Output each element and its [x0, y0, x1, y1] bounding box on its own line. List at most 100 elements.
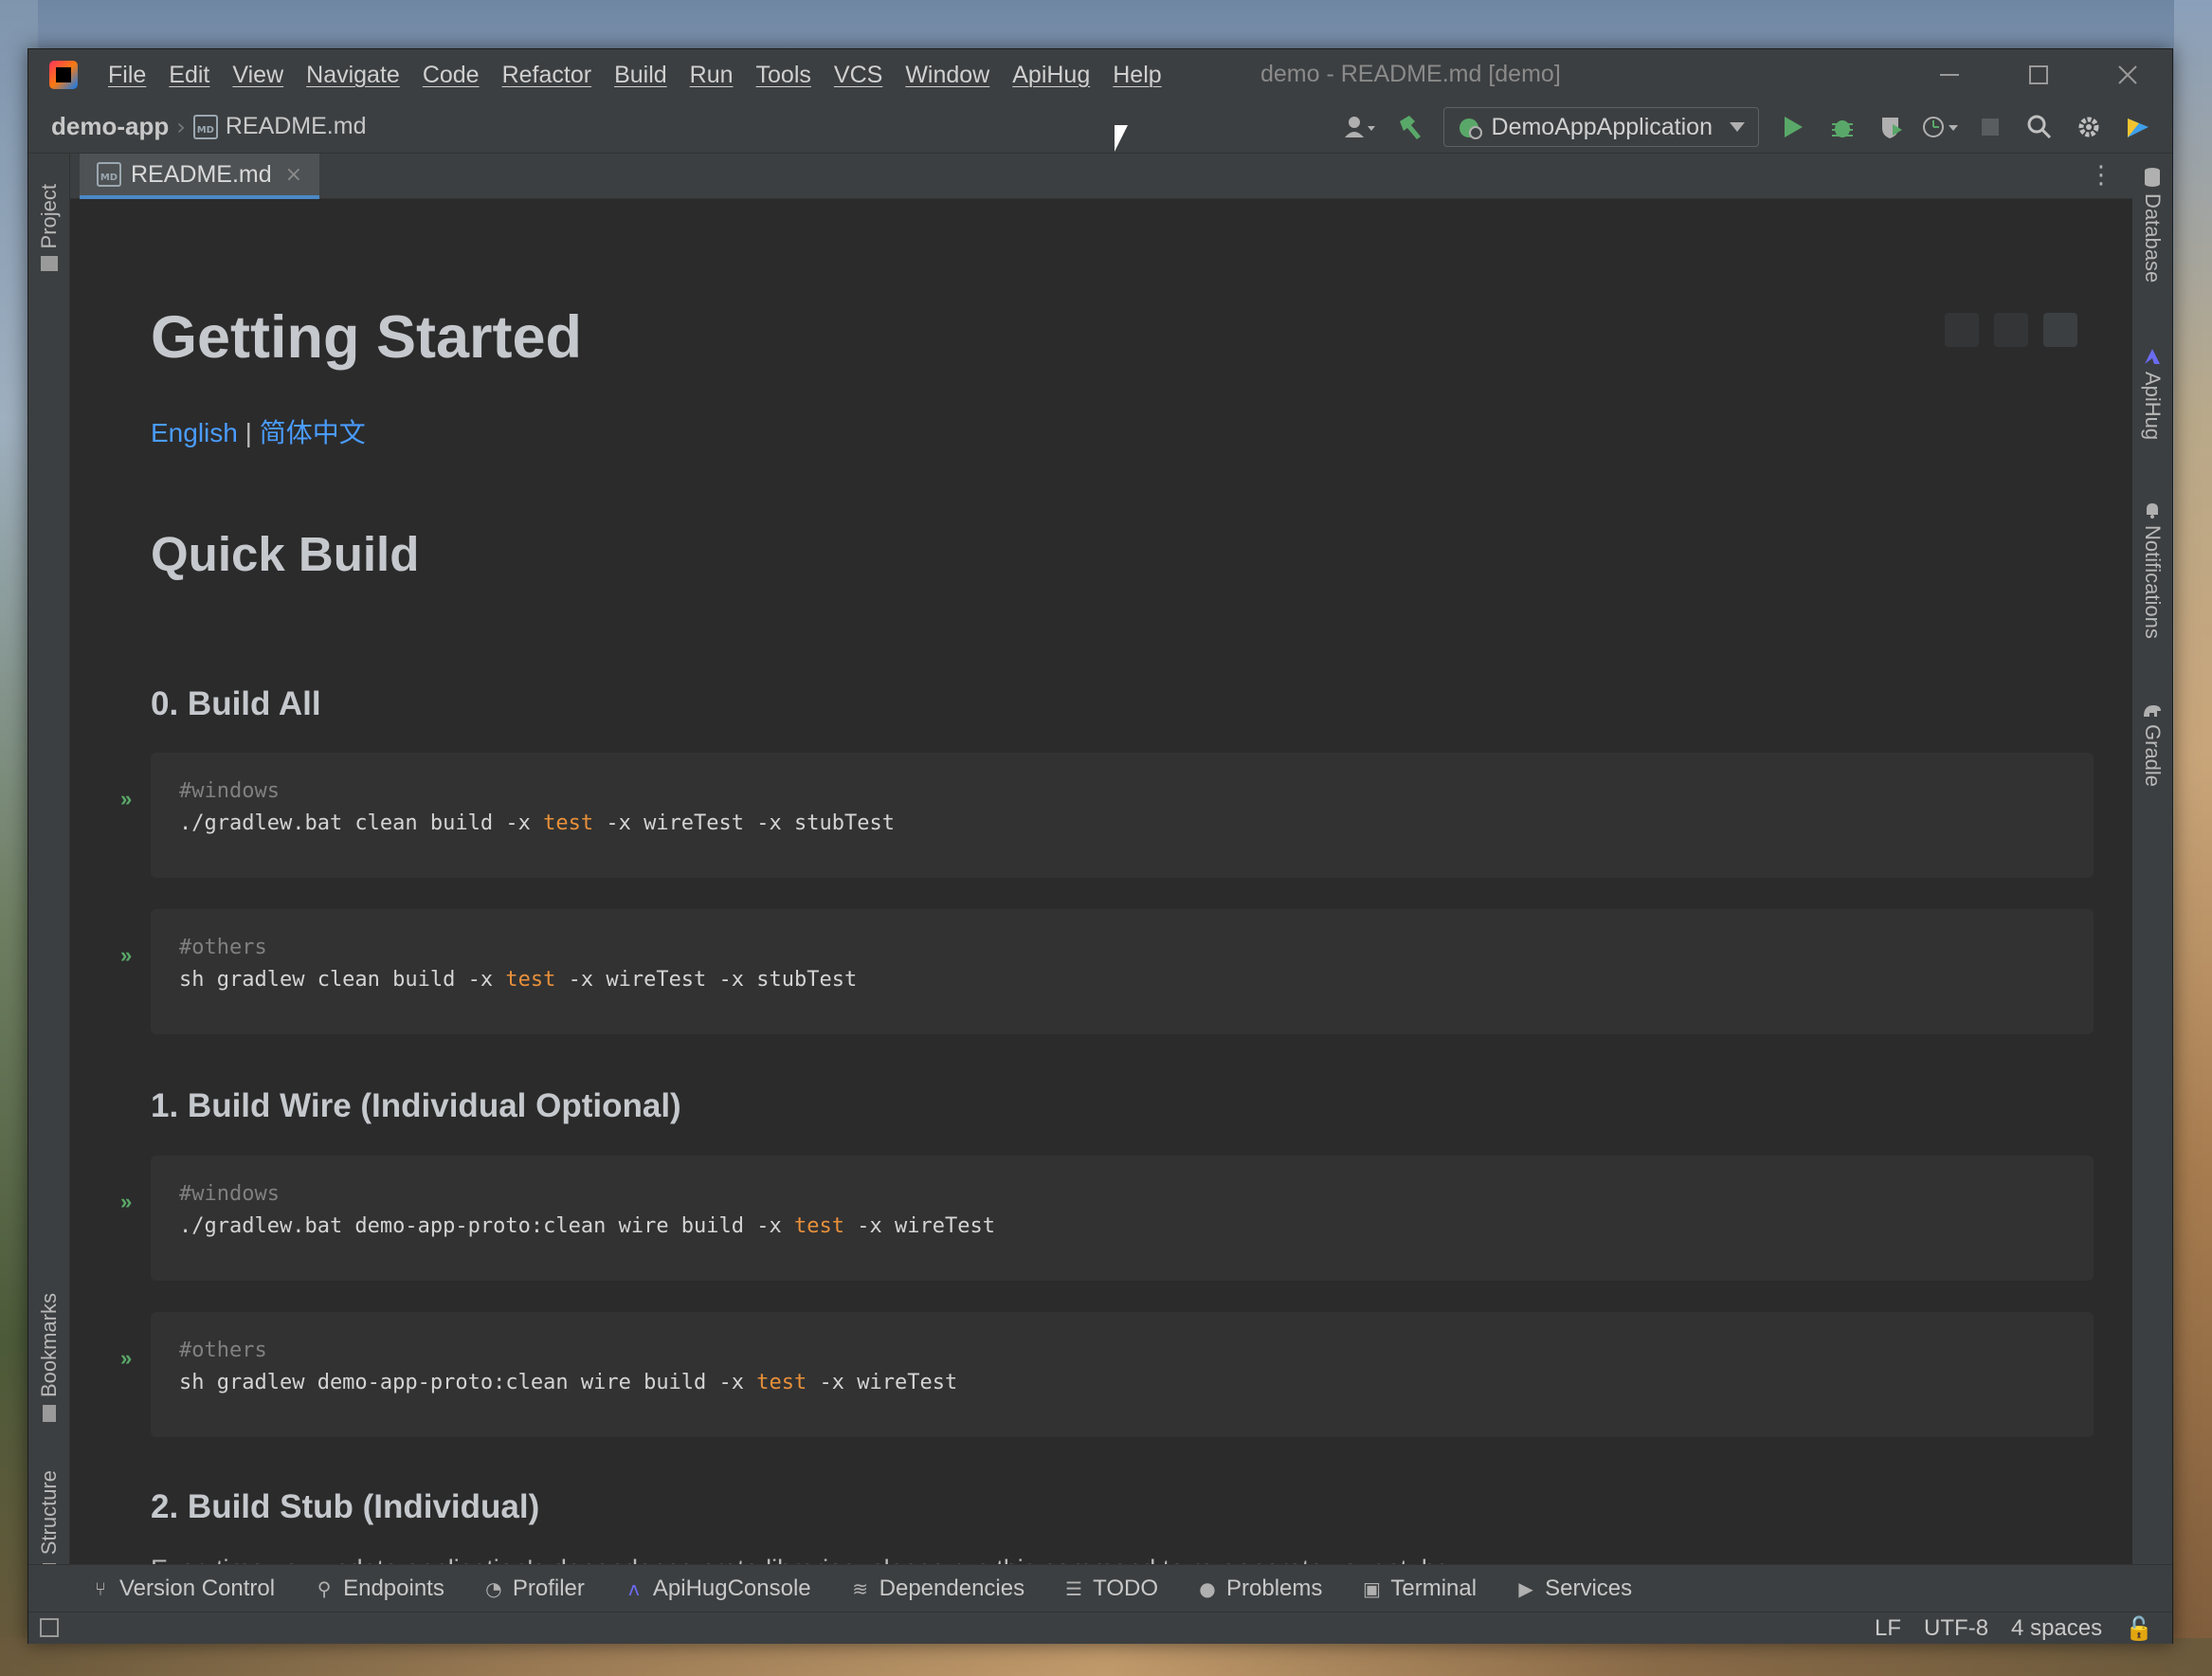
code-command: sh gradlew clean build -x test -x wireTe… — [179, 964, 2065, 996]
tool-profiler[interactable]: ◔ Profiler — [484, 1576, 585, 1602]
split-view-toggle[interactable] — [1994, 313, 2028, 347]
left-tool-stripe: Project Bookmarks Structure — [28, 154, 70, 1612]
run-snippet-icon[interactable]: » — [120, 1190, 132, 1214]
profiler-button[interactable] — [1922, 108, 1960, 146]
menu-edit[interactable]: Edit — [157, 62, 221, 89]
debug-bug-icon — [1832, 120, 1853, 137]
encoding-widget[interactable]: UTF-8 — [1924, 1615, 1988, 1642]
link-simplified-chinese[interactable]: 简体中文 — [260, 418, 366, 447]
menu-build[interactable]: Build — [603, 62, 679, 89]
stop-button[interactable] — [1971, 108, 2009, 146]
maximize-button[interactable] — [1994, 49, 2083, 100]
breadcrumb-file[interactable]: README.md — [226, 113, 367, 140]
code-block[interactable]: #windows ./gradlew.bat demo-app-proto:cl… — [151, 1156, 2094, 1281]
right-tool-stripe: Database ApiHug Notifications Gradle — [2130, 154, 2172, 1612]
code-block[interactable]: #others sh gradlew clean build -x test -… — [151, 909, 2094, 1034]
debug-button[interactable] — [1823, 108, 1861, 146]
code-comment: #windows — [179, 1182, 280, 1206]
code-block[interactable]: #others sh gradlew demo-app-proto:clean … — [151, 1312, 2094, 1437]
code-command: ./gradlew.bat demo-app-proto:clean wire … — [179, 1211, 2065, 1243]
close-window-button[interactable] — [2083, 49, 2172, 100]
code-keyword: test — [756, 1371, 807, 1394]
settings-button[interactable] — [2070, 108, 2108, 146]
preview-only-toggle[interactable] — [2043, 313, 2077, 347]
preview-mode-toggles — [1945, 313, 2077, 347]
close-icon — [2118, 65, 2137, 84]
tool-version-control[interactable]: ⑂ Version Control — [91, 1576, 275, 1602]
line-separator-widget[interactable]: LF — [1875, 1615, 1901, 1642]
run-snippet-icon[interactable]: » — [120, 787, 132, 811]
code-keyword: test — [794, 1214, 844, 1238]
code-text: ./gradlew.bat clean build -x — [179, 811, 544, 835]
code-block[interactable]: #windows ./gradlew.bat clean build -x te… — [151, 753, 2094, 878]
run-snippet-icon[interactable]: » — [120, 1346, 132, 1371]
run-button[interactable] — [1774, 108, 1812, 146]
tool-services[interactable]: ▶ Services — [1516, 1576, 1632, 1602]
run-snippet-icon[interactable]: » — [120, 943, 132, 968]
code-text: sh gradlew demo-app-proto:clean wire bui… — [179, 1371, 757, 1394]
tab-readme[interactable]: MD README.md × — [80, 154, 320, 199]
read-only-lock-icon[interactable]: 🔓 — [2125, 1615, 2153, 1643]
indent-widget[interactable]: 4 spaces — [2011, 1615, 2102, 1642]
tool-endpoints[interactable]: ⚲ Endpoints — [315, 1576, 444, 1602]
gradle-tool-tab[interactable]: Gradle — [2131, 701, 2173, 787]
editor-tab-bar: MD README.md × ⋮ — [70, 154, 2132, 199]
tool-terminal[interactable]: ▣ Terminal — [1362, 1576, 1477, 1602]
search-everywhere-button[interactable] — [2021, 108, 2058, 146]
menu-apihug[interactable]: ApiHug — [1001, 62, 1101, 89]
menu-file[interactable]: File — [97, 62, 157, 89]
close-tab-icon[interactable]: × — [285, 163, 302, 187]
bookmarks-tool-tab[interactable]: Bookmarks — [28, 1282, 70, 1433]
menu-bar: File Edit View Navigate Code Refactor Bu… — [97, 62, 1173, 89]
layers-icon: ≋ — [852, 1576, 869, 1600]
apihug-tool-tab[interactable]: ApiHug — [2131, 347, 2173, 440]
menu-navigate[interactable]: Navigate — [295, 62, 411, 89]
apihug-icon: ʌ — [627, 1576, 640, 1600]
chevron-down-icon — [1730, 122, 1745, 132]
run-configuration-selector[interactable]: DemoAppApplication — [1442, 107, 1759, 147]
tool-apihug-console[interactable]: ʌ ApiHugConsole — [625, 1576, 811, 1602]
tool-problems[interactable]: ● Problems — [1198, 1576, 1322, 1602]
main-toolbar: DemoAppApplication — [1335, 100, 2163, 154]
code-text: sh gradlew clean build -x — [179, 968, 506, 992]
tool-dependencies[interactable]: ≋ Dependencies — [851, 1576, 1024, 1602]
terminal-icon: ▣ — [1362, 1576, 1381, 1600]
project-tool-tab[interactable]: Project — [28, 161, 70, 294]
structure-tab-label: Structure — [37, 1470, 61, 1556]
stop-icon — [1982, 118, 1999, 136]
database-tab-label: Database — [2141, 193, 2165, 283]
tool-todo[interactable]: ☰ TODO — [1064, 1576, 1158, 1602]
menu-window[interactable]: Window — [894, 62, 1001, 89]
code-text: -x wireTest — [844, 1214, 995, 1238]
menu-view[interactable]: View — [221, 62, 295, 89]
toggle-tool-windows-icon[interactable] — [40, 1618, 59, 1637]
profiler-icon: ◔ — [485, 1576, 502, 1600]
vcs-user-icon[interactable] — [1341, 108, 1379, 146]
status-right-widgets: LF UTF-8 4 spaces 🔓 — [1852, 1612, 2153, 1645]
jetbrains-ai-icon[interactable] — [2119, 108, 2157, 146]
menu-help[interactable]: Help — [1101, 62, 1172, 89]
editor-only-toggle[interactable] — [1945, 313, 1979, 347]
database-tool-tab[interactable]: Database — [2131, 167, 2173, 282]
menu-code[interactable]: Code — [411, 62, 491, 89]
more-options-icon[interactable]: ⋮ — [2089, 161, 2113, 190]
minimize-button[interactable] — [1905, 49, 1994, 100]
link-english[interactable]: English — [151, 418, 238, 447]
heading-build-all: 0. Build All — [151, 685, 321, 722]
notifications-tool-tab[interactable]: Notifications — [2131, 501, 2173, 639]
build-hammer-icon[interactable] — [1390, 108, 1428, 146]
coverage-shield-icon — [1882, 118, 1902, 138]
code-text: -x wireTest — [807, 1371, 958, 1394]
coverage-button[interactable] — [1873, 108, 1911, 146]
intellij-logo-icon[interactable] — [49, 61, 78, 89]
menu-tools[interactable]: Tools — [745, 62, 823, 89]
bell-icon — [2147, 503, 2158, 519]
info-icon: ● — [1199, 1576, 1216, 1600]
menu-run[interactable]: Run — [679, 62, 745, 89]
menu-refactor[interactable]: Refactor — [491, 62, 603, 89]
breadcrumb-project[interactable]: demo-app — [51, 112, 169, 141]
gradle-tab-label: Gradle — [2141, 724, 2165, 788]
menu-vcs[interactable]: VCS — [823, 62, 894, 89]
heading-getting-started: Getting Started — [151, 304, 583, 371]
tool-label: Endpoints — [343, 1575, 444, 1601]
